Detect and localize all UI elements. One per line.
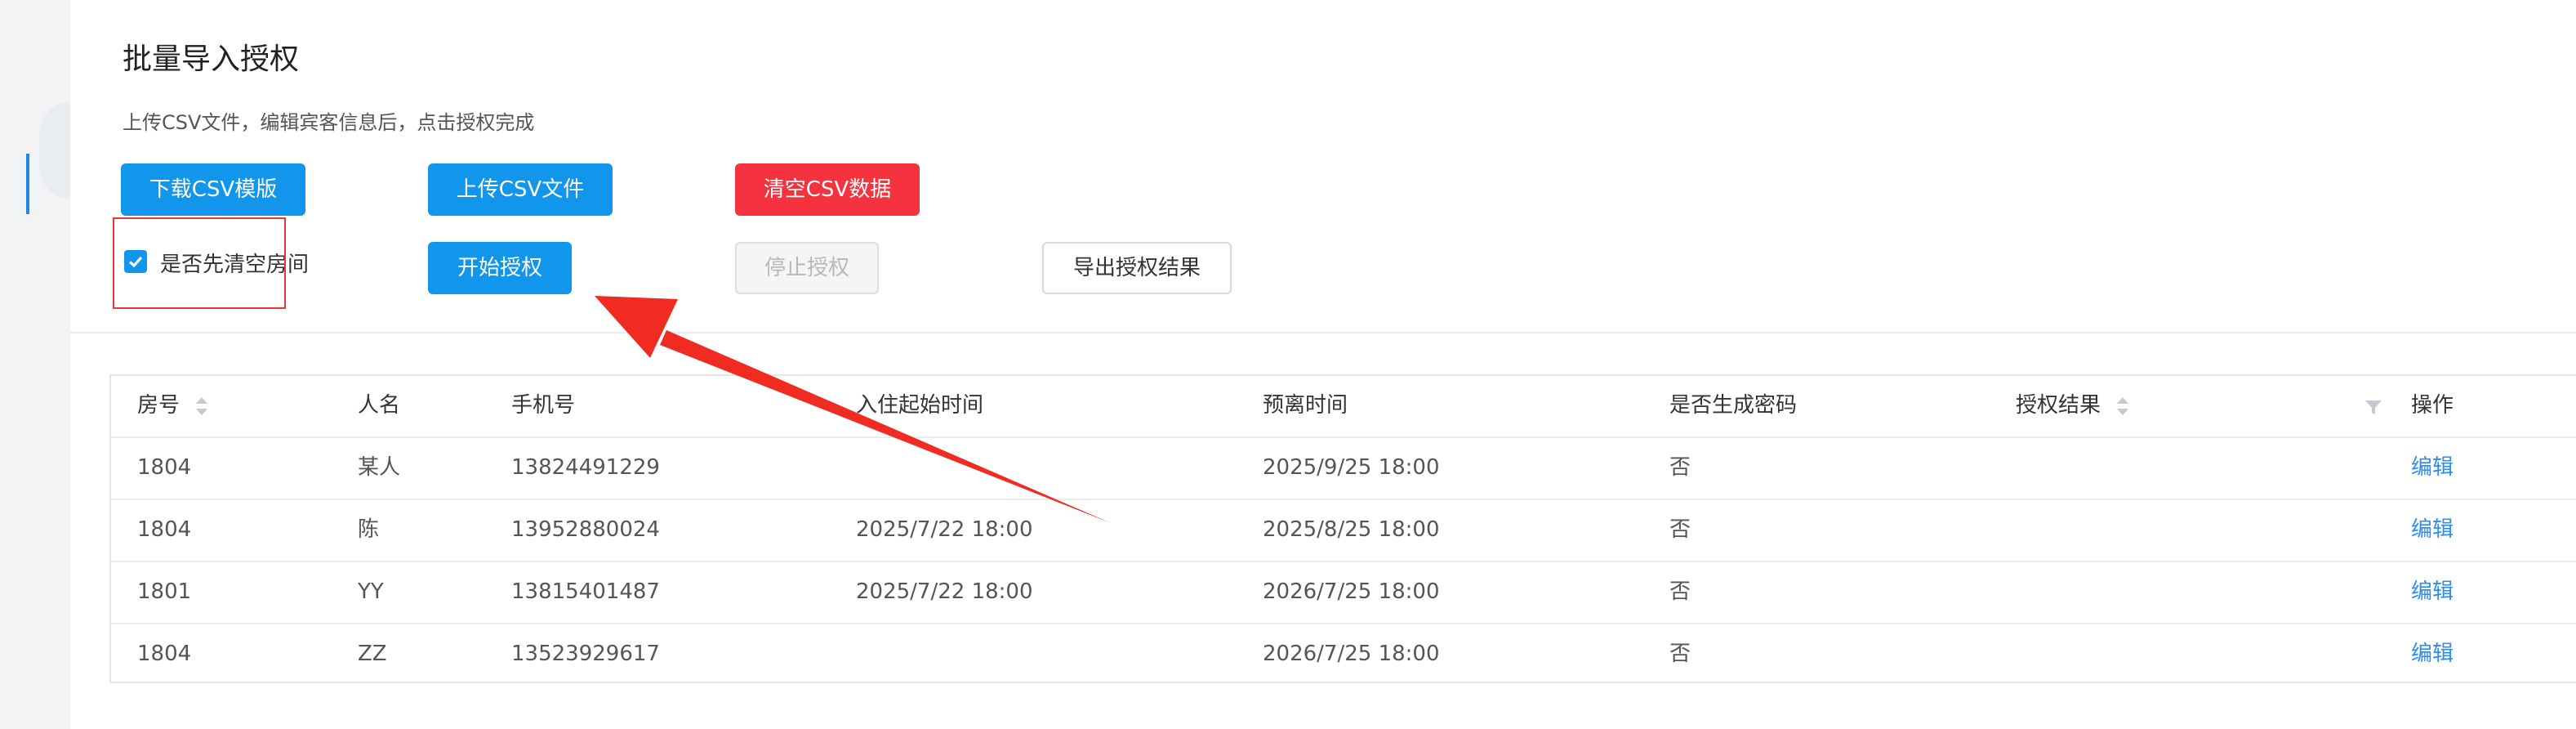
cell-gen-password: 否 (1669, 642, 1691, 667)
stop-auth-button[interactable]: 停止授权 (735, 242, 879, 294)
page-title: 批量导入授权 (123, 42, 299, 77)
cell-phone: 13952880024 (511, 518, 660, 543)
page-subtitle: 上传CSV文件，编辑宾客信息后，点击授权完成 (123, 111, 535, 134)
cell-room: 1804 (137, 518, 192, 543)
main-content: 批量导入授权 上传CSV文件，编辑宾客信息后，点击授权完成 下载CSV模版 上传… (70, 0, 2576, 729)
cell-checkout: 2026/7/25 18:00 (1263, 580, 1440, 605)
table-row: 1804 某人 13824491229 2025/9/25 18:00 否 编辑 (111, 438, 2576, 500)
cell-checkin: 2025/7/22 18:00 (856, 518, 1033, 543)
cell-name: ZZ (358, 642, 387, 667)
edit-link[interactable]: 编辑 (2411, 562, 2453, 623)
cell-phone: 13824491229 (511, 456, 660, 481)
column-header-label: 授权结果 (2016, 394, 2101, 418)
column-header-phone: 手机号 (511, 394, 576, 418)
auth-table: 房号 人名 手机号 入住起始时间 预离时间 是否生成密码 授权结果 操作 180… (109, 374, 2576, 683)
cell-name: YY (358, 580, 384, 605)
sidebar-active-indicator (26, 154, 29, 214)
cell-checkout: 2025/8/25 18:00 (1263, 518, 1440, 543)
cell-name: 某人 (358, 456, 401, 481)
column-header-action: 操作 (2411, 394, 2454, 418)
column-header-label: 房号 (137, 394, 180, 418)
cell-checkin: 2025/7/22 18:00 (856, 580, 1033, 605)
upload-csv-button[interactable]: 上传CSV文件 (428, 163, 613, 216)
cell-room: 1804 (137, 642, 192, 667)
start-auth-button[interactable]: 开始授权 (428, 242, 572, 294)
left-sidebar (0, 0, 105, 729)
export-result-button[interactable]: 导出授权结果 (1042, 242, 1232, 294)
table-row: 1804 陈 13952880024 2025/7/22 18:00 2025/… (111, 500, 2576, 562)
section-divider (70, 332, 2576, 333)
column-header-checkout: 预离时间 (1263, 394, 1348, 418)
edit-link[interactable]: 编辑 (2411, 500, 2453, 561)
filter-button[interactable] (2365, 376, 2382, 436)
cell-gen-password: 否 (1669, 580, 1691, 605)
filter-icon[interactable] (2365, 398, 2382, 414)
edit-link[interactable]: 编辑 (2411, 438, 2453, 499)
clear-csv-button[interactable]: 清空CSV数据 (735, 163, 920, 216)
table-header-row: 房号 人名 手机号 入住起始时间 预离时间 是否生成密码 授权结果 操作 (111, 376, 2576, 438)
app-stage: 批量导入授权 上传CSV文件，编辑宾客信息后，点击授权完成 下载CSV模版 上传… (0, 0, 2576, 729)
edit-link[interactable]: 编辑 (2411, 624, 2453, 685)
cell-checkout: 2026/7/25 18:00 (1263, 642, 1440, 667)
cell-gen-password: 否 (1669, 456, 1691, 481)
column-header-room[interactable]: 房号 (137, 376, 208, 436)
column-header-gen-password: 是否生成密码 (1669, 394, 1798, 418)
column-header-checkin: 入住起始时间 (856, 394, 984, 418)
cell-phone: 13815401487 (511, 580, 660, 605)
cell-room: 1804 (137, 456, 192, 481)
sort-icon[interactable] (196, 397, 208, 415)
cell-name: 陈 (358, 518, 380, 543)
column-header-name: 人名 (358, 394, 401, 418)
table-row: 1804 ZZ 13523929617 2026/7/25 18:00 否 编辑 (111, 624, 2576, 687)
annotation-highlight-box (113, 217, 286, 309)
cell-room: 1801 (137, 580, 192, 605)
table-row: 1801 YY 13815401487 2025/7/22 18:00 2026… (111, 562, 2576, 624)
sort-icon[interactable] (2117, 397, 2129, 415)
cell-gen-password: 否 (1669, 518, 1691, 543)
column-header-result[interactable]: 授权结果 (2016, 376, 2129, 436)
download-template-button[interactable]: 下载CSV模版 (121, 163, 305, 216)
cell-checkout: 2025/9/25 18:00 (1263, 456, 1440, 481)
cell-phone: 13523929617 (511, 642, 660, 667)
